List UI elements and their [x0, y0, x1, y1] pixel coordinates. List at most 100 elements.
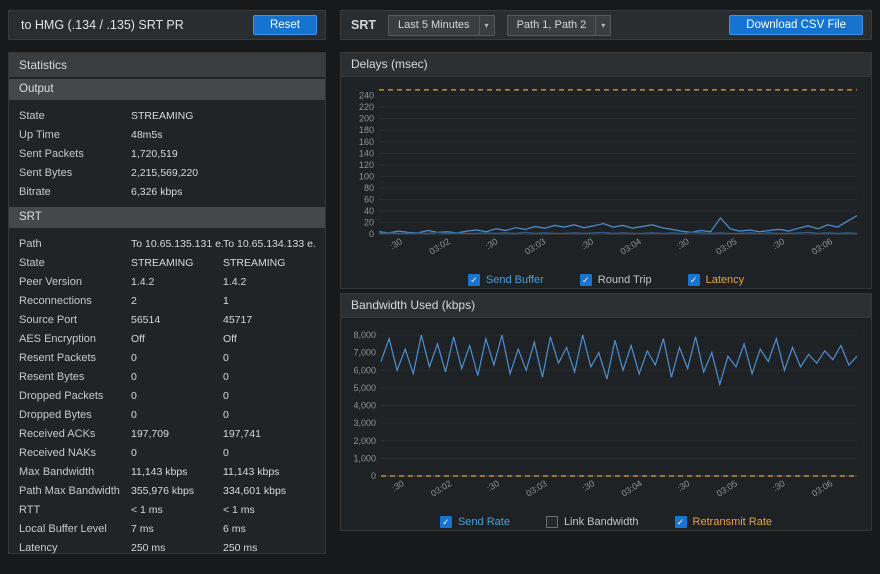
stream-header: to HMG (.134 / .135) SRT PR Reset	[8, 10, 326, 40]
svg-text:03:03: 03:03	[523, 236, 547, 256]
bandwidth-chart-plot: 01,0002,0003,0004,0005,0006,0007,0008,00…	[341, 318, 871, 511]
stat-row: RTT< 1 ms< 1 ms	[9, 500, 325, 519]
svg-text:03:02: 03:02	[427, 236, 451, 256]
stat-label: State	[19, 257, 131, 269]
bandwidth-chart-svg: 01,0002,0003,0004,0005,0006,0007,0008,00…	[345, 320, 867, 506]
svg-text::30: :30	[771, 478, 787, 493]
stat-label: Resent Bytes	[19, 371, 131, 383]
stat-row: StateSTREAMING	[9, 106, 325, 125]
stat-row: Up Time48m5s	[9, 125, 325, 144]
stat-value: 11,143 kbps	[223, 466, 315, 478]
svg-text:200: 200	[359, 114, 374, 124]
svg-text:120: 120	[359, 160, 374, 170]
stat-row: Received ACKs197,709197,741	[9, 424, 325, 443]
stat-value: 2	[131, 295, 223, 307]
stat-row: PathTo 10.65.135.131 e...To 10.65.134.13…	[9, 234, 325, 253]
svg-text:220: 220	[359, 102, 374, 112]
stat-row: Path Max Bandwidth355,976 kbps334,601 kb…	[9, 481, 325, 500]
stat-value: 56514	[131, 314, 223, 326]
stat-value: 355,976 kbps	[131, 485, 223, 497]
svg-text::30: :30	[770, 236, 786, 251]
statistics-panel: Statistics Output StateSTREAMINGUp Time4…	[8, 52, 326, 554]
svg-text:2,000: 2,000	[353, 436, 376, 446]
checkbox-checked-icon[interactable]: ✓	[688, 274, 700, 286]
svg-text:180: 180	[359, 125, 374, 135]
bandwidth-chart-title: Bandwidth Used (kbps)	[341, 294, 871, 318]
time-range-select[interactable]: Last 5 Minutes ▾	[388, 15, 495, 36]
svg-text:20: 20	[364, 217, 374, 227]
svg-text::30: :30	[580, 478, 596, 493]
svg-text:140: 140	[359, 148, 374, 158]
legend-item-retransmit-rate[interactable]: ✓Retransmit Rate	[675, 516, 772, 528]
stat-label: Bitrate	[19, 186, 131, 198]
stat-value: 0	[223, 371, 315, 383]
stat-value: 197,709	[131, 428, 223, 440]
legend-label: Send Rate	[458, 516, 510, 528]
srt-toolbar: SRT Last 5 Minutes ▾ Path 1, Path 2 ▾ Do…	[340, 10, 872, 40]
stat-row: AES EncryptionOffOff	[9, 329, 325, 348]
svg-text:6,000: 6,000	[353, 365, 376, 375]
checkbox-checked-icon[interactable]: ✓	[468, 274, 480, 286]
stat-label: Dropped Packets	[19, 390, 131, 402]
download-csv-button[interactable]: Download CSV File	[729, 15, 863, 35]
checkbox-checked-icon[interactable]: ✓	[675, 516, 687, 528]
stat-value: STREAMING	[131, 257, 223, 269]
stat-value: 0	[223, 390, 315, 402]
legend-item-send-rate[interactable]: ✓ Send Rate	[440, 516, 510, 528]
stat-value: 6,326 kbps	[131, 186, 223, 198]
chevron-down-icon: ▾	[595, 16, 610, 35]
stat-label: AES Encryption	[19, 333, 131, 345]
reset-button[interactable]: Reset	[253, 15, 317, 35]
svg-text:0: 0	[369, 229, 374, 239]
svg-text::30: :30	[579, 236, 595, 251]
legend-item-link-bandwidth[interactable]: Link Bandwidth	[546, 516, 639, 528]
stat-value: To 10.65.135.131 e...	[131, 238, 223, 250]
stat-label: Dropped Bytes	[19, 409, 131, 421]
stat-value: 334,601 kbps	[223, 485, 315, 497]
stat-value: 6 ms	[223, 523, 315, 535]
stat-value: STREAMING	[223, 257, 315, 269]
stat-value: 1.4.2	[223, 276, 315, 288]
svg-text:0: 0	[371, 471, 376, 481]
legend-item-send-buffer[interactable]: ✓Send Buffer	[468, 274, 544, 286]
stat-row: Sent Packets1,720,519	[9, 144, 325, 163]
legend-item-latency[interactable]: ✓Latency	[688, 274, 745, 286]
stat-value: 0	[223, 447, 315, 459]
stat-row: Reconnections21	[9, 291, 325, 310]
stat-row: Peer Version1.4.21.4.2	[9, 272, 325, 291]
svg-text::30: :30	[388, 236, 404, 251]
time-range-value: Last 5 Minutes	[389, 19, 479, 31]
bandwidth-chart-panel: Bandwidth Used (kbps) 01,0002,0003,0004,…	[340, 293, 872, 531]
svg-text::30: :30	[675, 236, 691, 251]
svg-text::30: :30	[676, 478, 692, 493]
stat-value: 0	[223, 409, 315, 421]
stat-value: STREAMING	[131, 110, 223, 122]
svg-text:7,000: 7,000	[353, 348, 376, 358]
srt-toolbar-label: SRT	[351, 18, 376, 32]
stat-label: Resent Packets	[19, 352, 131, 364]
checkbox-checked-icon[interactable]: ✓	[440, 516, 452, 528]
svg-text:03:06: 03:06	[810, 236, 834, 256]
checkbox-unchecked-icon[interactable]	[546, 516, 558, 528]
svg-text:100: 100	[359, 171, 374, 181]
legend-label: Round Trip	[598, 274, 652, 286]
stat-label: State	[19, 110, 131, 122]
bandwidth-chart-legend: ✓ Send Rate Link Bandwidth ✓Retransmit Rate	[341, 511, 871, 533]
delays-chart-plot: 020406080100120140160180200220240:3003:0…	[341, 77, 871, 269]
stat-value: Off	[131, 333, 223, 345]
stat-label: Path Max Bandwidth	[19, 485, 131, 497]
legend-item-round-trip[interactable]: ✓ Round Trip	[580, 274, 652, 286]
stat-label: Peer Version	[19, 276, 131, 288]
chevron-down-icon: ▾	[479, 16, 494, 35]
svg-text:03:05: 03:05	[714, 236, 738, 256]
stat-value: 1,720,519	[131, 148, 223, 160]
stat-value: < 1 ms	[131, 504, 223, 516]
svg-text:03:06: 03:06	[810, 478, 834, 498]
path-select[interactable]: Path 1, Path 2 ▾	[507, 15, 612, 36]
srt-rows: PathTo 10.65.135.131 e...To 10.65.134.13…	[9, 228, 325, 561]
checkbox-checked-icon[interactable]: ✓	[580, 274, 592, 286]
stat-row: Source Port5651445717	[9, 310, 325, 329]
svg-text:03:04: 03:04	[619, 236, 643, 256]
stat-value: To 10.65.134.133 e...	[223, 238, 315, 250]
stat-label: Up Time	[19, 129, 131, 141]
